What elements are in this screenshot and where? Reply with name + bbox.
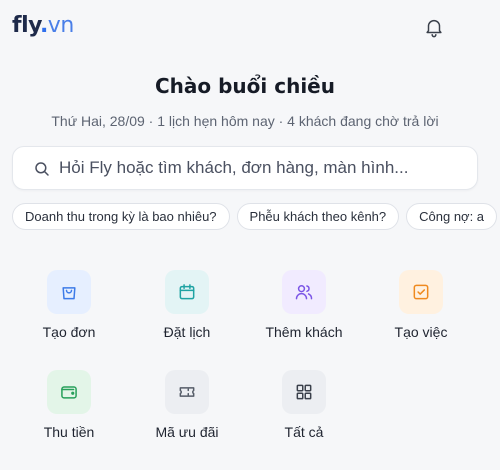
fly-logo[interactable]: fly.vn <box>12 12 74 40</box>
bell-icon[interactable] <box>423 16 445 38</box>
summary-line: Thứ Hai, 28/09 · 1 lịch hẹn hôm nay · 4 … <box>51 113 439 129</box>
action-add-customer[interactable]: Thêm khách <box>254 270 354 350</box>
wallet-icon <box>61 386 77 399</box>
search-icon <box>33 160 51 178</box>
action-label: Thêm khách <box>265 324 343 340</box>
action-all[interactable]: Tất cả <box>254 370 354 450</box>
action-create-task[interactable]: Tạo việc <box>371 270 471 350</box>
action-label: Đặt lịch <box>163 324 211 340</box>
suggestion-chip[interactable]: Doanh thu trong kỳ là bao nhiêu? <box>12 203 230 230</box>
checkbox-icon <box>413 284 429 300</box>
action-tile <box>282 370 326 414</box>
greeting-title: Chào buổi chiều <box>155 74 335 98</box>
suggestion-chips: Doanh thu trong kỳ là bao nhiêu? Phễu kh… <box>12 203 500 231</box>
action-tile <box>165 270 209 314</box>
search-bar[interactable] <box>12 146 478 190</box>
grid-icon <box>296 384 312 400</box>
action-tile <box>47 270 91 314</box>
users-icon <box>295 285 313 300</box>
action-label: Mã ưu đãi <box>155 424 219 440</box>
action-schedule[interactable]: Đặt lịch <box>137 270 237 350</box>
action-label: Tạo đơn <box>42 324 96 340</box>
ticket-icon <box>179 387 195 397</box>
action-label: Tất cả <box>284 424 324 440</box>
top-bar: fly.vn <box>0 0 500 56</box>
search-input[interactable] <box>59 147 459 189</box>
action-tile <box>165 370 209 414</box>
action-create-order[interactable]: Tạo đơn <box>19 270 119 350</box>
action-tile <box>399 270 443 314</box>
action-collect-payment[interactable]: Thu tiền <box>19 370 119 450</box>
action-tile <box>47 370 91 414</box>
calendar-icon <box>179 284 195 300</box>
suggestion-chip[interactable]: Phễu khách theo kênh? <box>236 203 400 230</box>
action-label: Thu tiền <box>43 424 95 440</box>
action-tile <box>282 270 326 314</box>
suggestion-chip[interactable]: Công nợ: a <box>406 203 498 230</box>
shopping-bag-icon <box>62 287 76 300</box>
action-voucher[interactable]: Mã ưu đãi <box>137 370 237 450</box>
action-label: Tạo việc <box>394 324 448 340</box>
